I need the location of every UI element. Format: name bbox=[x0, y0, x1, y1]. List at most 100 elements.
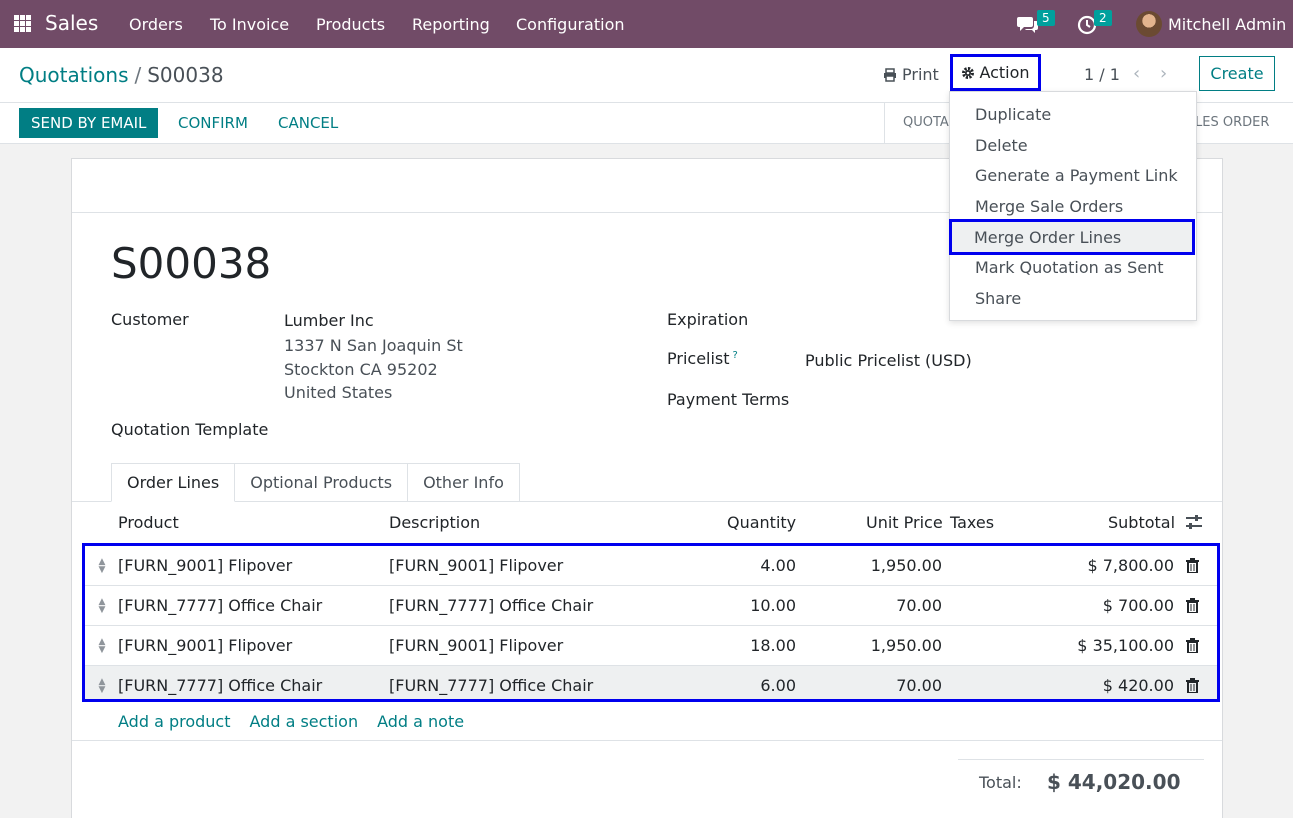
total-value: $ 44,020.00 bbox=[1047, 770, 1181, 794]
row-subtotal: $ 700.00 bbox=[1102, 596, 1174, 615]
order-title: S00038 bbox=[111, 239, 272, 288]
drag-handle-icon[interactable]: ▲ ▼ bbox=[97, 598, 107, 615]
row-unit-price[interactable]: 70.00 bbox=[822, 676, 942, 695]
row-unit-price[interactable]: 70.00 bbox=[822, 596, 942, 615]
drag-handle-icon[interactable]: ▲ ▼ bbox=[97, 638, 107, 655]
row-quantity[interactable]: 10.00 bbox=[696, 596, 796, 615]
messages-icon[interactable] bbox=[1017, 14, 1039, 38]
table-row[interactable]: ▲ ▼ [FURN_9001] Flipover [FURN_9001] Flip… bbox=[85, 546, 1217, 586]
app-brand[interactable]: Sales bbox=[45, 11, 98, 35]
breadcrumb-current: S00038 bbox=[147, 63, 224, 87]
table-row[interactable]: ▲ ▼ [FURN_9001] Flipover [FURN_9001] Flip… bbox=[85, 626, 1217, 666]
table-row[interactable]: ▲ ▼ [FURN_7777] Office Chair [FURN_7777] … bbox=[85, 666, 1217, 699]
trash-icon[interactable] bbox=[1186, 598, 1199, 613]
row-description[interactable]: [FURN_7777] Office Chair bbox=[389, 676, 593, 695]
header-description[interactable]: Description bbox=[389, 513, 480, 532]
row-subtotal: $ 7,800.00 bbox=[1087, 556, 1174, 575]
order-lines-header: Product Description Quantity Unit Price … bbox=[72, 502, 1222, 542]
gear-icon bbox=[962, 66, 975, 79]
user-name[interactable]: Mitchell Admin bbox=[1168, 15, 1286, 34]
print-button[interactable]: Print bbox=[883, 65, 939, 84]
customer-label: Customer bbox=[111, 310, 189, 329]
address-country: United States bbox=[284, 383, 393, 402]
user-avatar[interactable] bbox=[1136, 11, 1162, 37]
row-description[interactable]: [FURN_9001] Flipover bbox=[389, 636, 563, 655]
row-unit-price[interactable]: 1,950.00 bbox=[822, 556, 942, 575]
header-product[interactable]: Product bbox=[118, 513, 179, 532]
tab-order-lines[interactable]: Order Lines bbox=[111, 463, 236, 502]
trash-icon[interactable] bbox=[1186, 678, 1199, 693]
expiration-label: Expiration bbox=[667, 310, 749, 329]
add-note-link[interactable]: Add a note bbox=[377, 712, 464, 731]
drag-handle-icon[interactable]: ▲ ▼ bbox=[97, 678, 107, 695]
total-divider bbox=[958, 759, 1204, 760]
row-description[interactable]: [FURN_7777] Office Chair bbox=[389, 596, 593, 615]
menu-to-invoice[interactable]: To Invoice bbox=[210, 15, 289, 34]
row-product[interactable]: [FURN_7777] Office Chair bbox=[118, 596, 322, 615]
notebook-tabs: Order Lines Optional Products Other Info bbox=[111, 463, 520, 502]
row-quantity[interactable]: 4.00 bbox=[696, 556, 796, 575]
pager-next-icon[interactable]: › bbox=[1160, 63, 1167, 84]
breadcrumb-separator: / bbox=[134, 63, 142, 87]
apps-menu-icon[interactable] bbox=[14, 15, 31, 32]
header-unit-price[interactable]: Unit Price bbox=[866, 513, 943, 532]
menu-item-merge-order-lines[interactable]: Merge Order Lines bbox=[949, 219, 1195, 255]
cancel-button[interactable]: CANCEL bbox=[278, 114, 338, 132]
row-product[interactable]: [FURN_9001] Flipover bbox=[118, 636, 292, 655]
stage-quotation[interactable]: QUOTA bbox=[903, 115, 949, 130]
create-button[interactable]: Create bbox=[1199, 56, 1275, 91]
lines-footer-divider bbox=[72, 740, 1222, 741]
tab-other-info[interactable]: Other Info bbox=[408, 463, 520, 502]
table-row[interactable]: ▲ ▼ [FURN_7777] Office Chair [FURN_7777] … bbox=[85, 586, 1217, 626]
row-quantity[interactable]: 6.00 bbox=[696, 676, 796, 695]
add-product-link[interactable]: Add a product bbox=[118, 712, 231, 731]
pricelist-value[interactable]: Public Pricelist (USD) bbox=[805, 351, 972, 370]
header-quantity[interactable]: Quantity bbox=[727, 513, 796, 532]
row-description[interactable]: [FURN_9001] Flipover bbox=[389, 556, 563, 575]
pricelist-help-icon[interactable]: ? bbox=[733, 350, 738, 361]
send-by-email-button[interactable]: SEND BY EMAIL bbox=[19, 108, 159, 138]
pricelist-label: Pricelist? bbox=[667, 349, 738, 368]
drag-handle-icon[interactable]: ▲ ▼ bbox=[97, 558, 107, 575]
menu-orders[interactable]: Orders bbox=[129, 15, 183, 34]
menu-item-mark-quotation-sent[interactable]: Mark Quotation as Sent bbox=[950, 252, 1196, 282]
address-city: Stockton CA 95202 bbox=[284, 359, 438, 379]
menu-item-share[interactable]: Share bbox=[950, 283, 1196, 313]
activities-badge: 2 bbox=[1094, 10, 1112, 26]
add-section-link[interactable]: Add a section bbox=[250, 712, 359, 731]
menu-item-merge-sale-orders[interactable]: Merge Sale Orders bbox=[950, 191, 1196, 221]
menu-item-generate-payment-link[interactable]: Generate a Payment Link bbox=[950, 160, 1196, 190]
header-taxes[interactable]: Taxes bbox=[950, 513, 994, 532]
quotation-template-label: Quotation Template bbox=[111, 420, 269, 439]
tab-optional-products[interactable]: Optional Products bbox=[235, 463, 409, 502]
column-settings-icon[interactable] bbox=[1185, 514, 1203, 530]
action-button[interactable]: Action bbox=[950, 54, 1041, 91]
pager-value[interactable]: 1 / 1 bbox=[1084, 65, 1120, 84]
menu-configuration[interactable]: Configuration bbox=[516, 15, 625, 34]
menu-item-delete[interactable]: Delete bbox=[950, 130, 1196, 160]
row-unit-price[interactable]: 1,950.00 bbox=[822, 636, 942, 655]
breadcrumb: Quotations / S00038 bbox=[19, 63, 224, 87]
customer-name[interactable]: Lumber Inc bbox=[284, 311, 374, 330]
row-product[interactable]: [FURN_9001] Flipover bbox=[118, 556, 292, 575]
messages-badge: 5 bbox=[1037, 10, 1055, 26]
trash-icon[interactable] bbox=[1186, 638, 1199, 653]
row-product[interactable]: [FURN_7777] Office Chair bbox=[118, 676, 322, 695]
address-street: 1337 N San Joaquin St bbox=[284, 336, 463, 355]
menu-item-duplicate[interactable]: Duplicate bbox=[950, 99, 1196, 129]
pager-previous-icon[interactable]: ‹ bbox=[1133, 63, 1140, 84]
total-label: Total: bbox=[979, 773, 1022, 792]
breadcrumb-quotations-link[interactable]: Quotations bbox=[19, 63, 128, 87]
header-subtotal[interactable]: Subtotal bbox=[1108, 513, 1175, 532]
action-label: Action bbox=[979, 63, 1030, 82]
stage-sales-order[interactable]: LES ORDER bbox=[1195, 115, 1269, 130]
customer-address: 1337 N San Joaquin St Stockton CA 95202 … bbox=[284, 334, 463, 405]
add-line-links: Add a product Add a section Add a note bbox=[118, 712, 483, 731]
menu-products[interactable]: Products bbox=[316, 15, 385, 34]
action-dropdown-menu: Duplicate Delete Generate a Payment Link… bbox=[949, 91, 1197, 321]
confirm-button[interactable]: CONFIRM bbox=[178, 114, 248, 132]
trash-icon[interactable] bbox=[1186, 558, 1199, 573]
top-navbar: Sales Orders To Invoice Products Reporti… bbox=[0, 0, 1293, 48]
menu-reporting[interactable]: Reporting bbox=[412, 15, 490, 34]
row-quantity[interactable]: 18.00 bbox=[696, 636, 796, 655]
